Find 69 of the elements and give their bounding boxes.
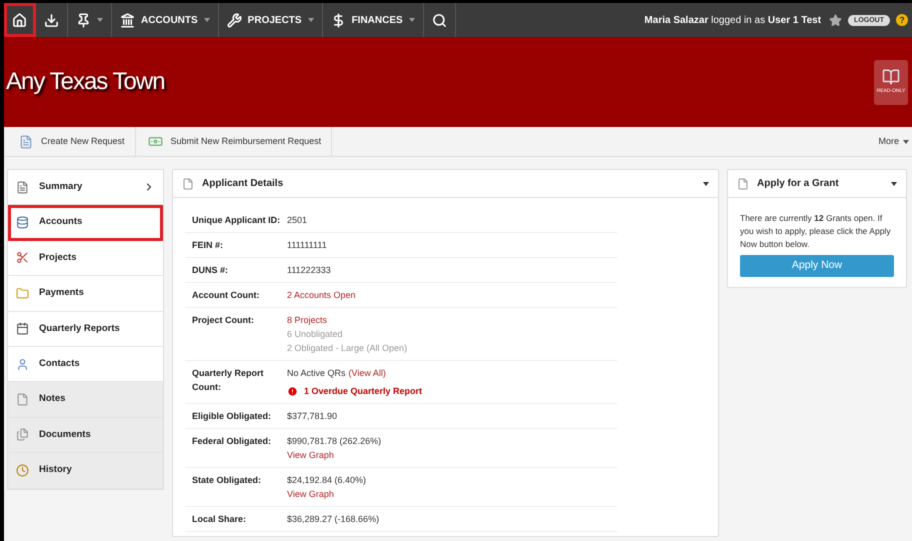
page-icon: [737, 178, 749, 190]
toolbar-button[interactable]: Submit New Reimbursement Request: [136, 127, 332, 156]
clock-icon: [16, 464, 29, 477]
bank-icon: [120, 12, 135, 28]
field-value: 6 Unobligated: [287, 328, 343, 341]
value-link[interactable]: (View All): [348, 366, 386, 380]
more-menu[interactable]: More: [878, 127, 912, 156]
field-label: Account Count:: [191, 289, 260, 302]
cylinder-icon: [16, 216, 29, 230]
sidebar-item[interactable]: Documents: [8, 418, 163, 454]
caret-icon[interactable]: [891, 182, 897, 186]
star-icon[interactable]: [829, 14, 842, 26]
documents-icon: [16, 428, 29, 442]
town-title: Any Texas Town: [6, 67, 165, 97]
value-link[interactable]: View Graph: [287, 448, 334, 462]
toolbar-button[interactable]: Create New Request: [4, 127, 136, 156]
grant-text: There are currently 12 Grants open. If you wish to apply, please click the Apply Now button below.: [740, 212, 892, 251]
contact-icon: [16, 358, 29, 371]
value-link[interactable]: View Graph: [287, 487, 334, 501]
field-label: DUNS #:: [191, 264, 230, 277]
value-link[interactable]: 8 Projects: [287, 313, 328, 327]
pin-icon: [76, 12, 91, 28]
field-label: FEIN #:: [191, 239, 224, 252]
book-icon: [882, 68, 900, 86]
panel-title: Apply for a Grant: [757, 177, 840, 191]
field-label: Eligible Obligated:: [191, 410, 272, 423]
folder-icon: [16, 286, 29, 300]
caret-icon: [308, 18, 314, 22]
alert-icon: [287, 386, 298, 396]
caret-icon: [408, 18, 415, 22]
caret-icon: [903, 140, 909, 144]
wrench-icon: [226, 12, 242, 28]
field-value: 111222333: [287, 264, 331, 277]
field-label: Project Count:: [191, 314, 255, 327]
caret-icon: [97, 18, 103, 22]
download-icon: [44, 12, 59, 28]
note-icon: [16, 393, 29, 406]
caret-icon[interactable]: [703, 182, 709, 186]
value-link[interactable]: 2 Accounts Open: [287, 288, 356, 302]
money-icon: [148, 134, 163, 149]
page-icon: [182, 178, 194, 190]
caret-icon: [204, 18, 210, 22]
field-value: $24,192.84 (6.40%): [287, 474, 366, 487]
nav-button[interactable]: [4, 3, 36, 37]
field-value: 111111111: [287, 239, 327, 252]
field-value: $377,781.90: [287, 410, 338, 423]
sidebar-item[interactable]: Accounts: [8, 205, 163, 241]
help-button[interactable]: ?: [896, 14, 908, 26]
field-label: State Obligated:: [191, 474, 262, 487]
field-value: $990,781.78 (262.26%): [287, 435, 382, 448]
panel-title: Applicant Details: [202, 177, 284, 191]
scissors-icon: [16, 251, 29, 264]
login-status: Maria Salazar logged in as User 1 Test: [644, 14, 822, 28]
sidebar-item[interactable]: History: [8, 453, 163, 489]
sidebar-item[interactable]: Notes: [8, 382, 163, 418]
search-icon: [432, 12, 447, 28]
field-label: Unique Applicant ID:: [191, 214, 282, 227]
document-icon: [16, 180, 29, 194]
field-label: Local Share:: [191, 513, 248, 526]
home-icon: [12, 12, 27, 28]
new-document-icon: [19, 134, 33, 148]
calendar-icon: [16, 322, 29, 336]
overdue-link[interactable]: 1 Overdue Quarterly Report: [304, 384, 422, 398]
field-value: 2 Obligated - Large (All Open): [287, 342, 408, 355]
field-value: 2501: [287, 214, 308, 227]
field-value: $36,289.27 (-168.66%): [287, 513, 380, 526]
field-label: Quarterly Report Count:: [191, 367, 265, 394]
field-value: No Active QRs: [287, 367, 346, 380]
field-label: Federal Obligated:: [191, 435, 272, 448]
